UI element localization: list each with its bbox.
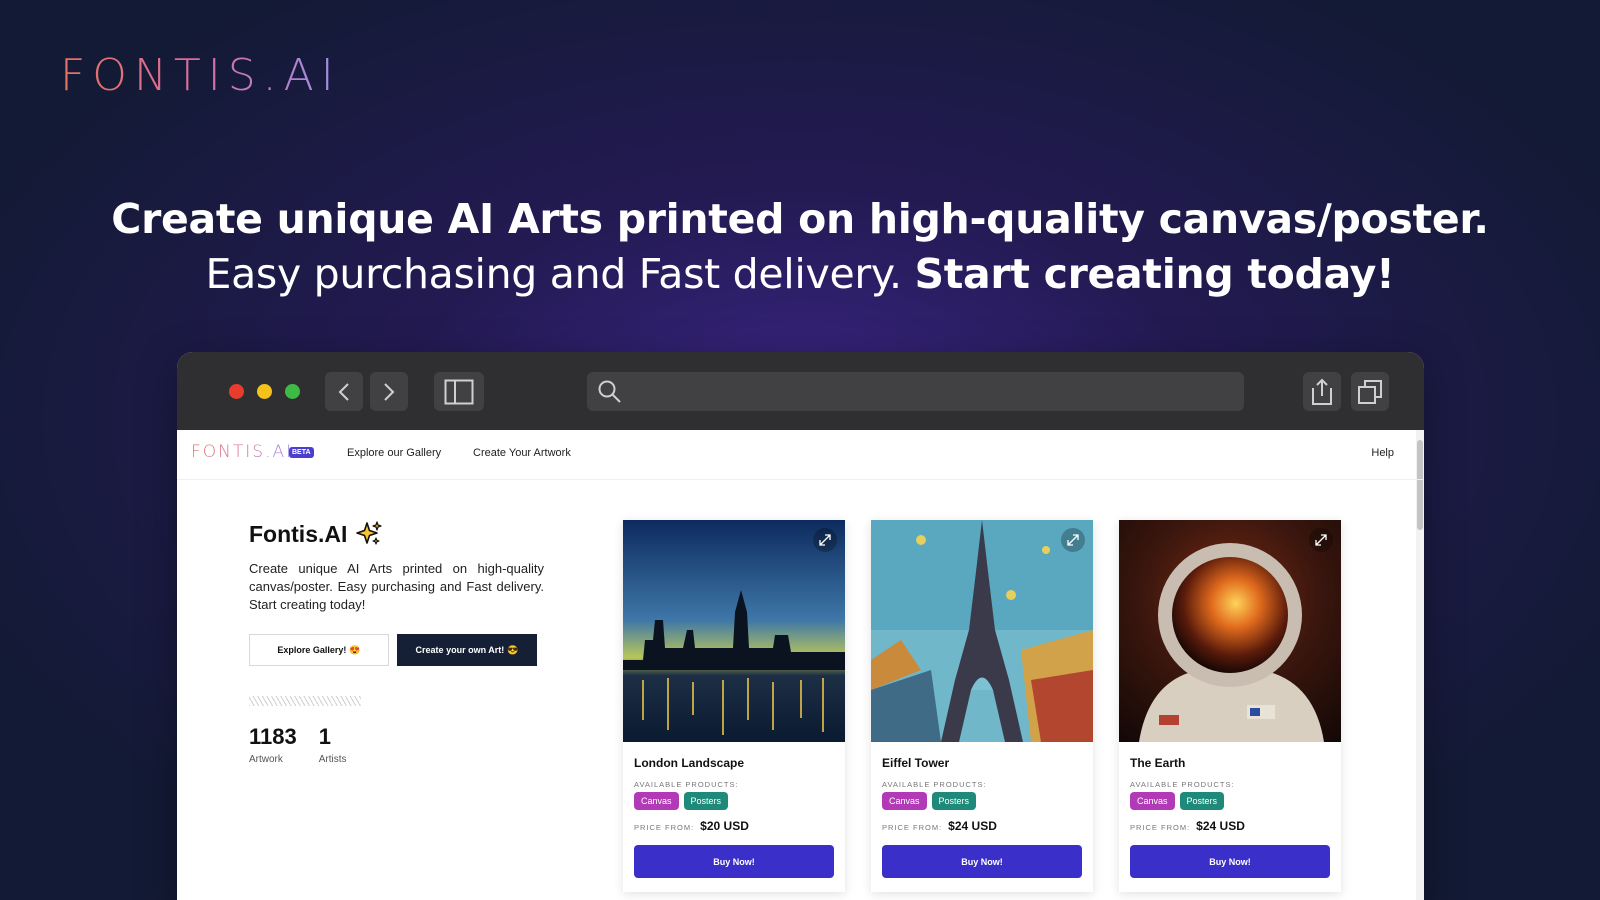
close-window-button[interactable] bbox=[229, 384, 244, 399]
card-body: Eiffel Tower AVAILABLE PRODUCTS: Canvas … bbox=[871, 742, 1093, 878]
tabs-icon bbox=[1358, 379, 1382, 404]
product-tags: Canvas Posters bbox=[1130, 792, 1330, 810]
intro-section: Fontis.AI Create unique AI Arts printed … bbox=[249, 520, 544, 765]
back-button[interactable] bbox=[325, 372, 363, 411]
browser-window: FONTIS.AI BETA Explore our Gallery Creat… bbox=[177, 352, 1424, 900]
price-value: $24 USD bbox=[948, 819, 997, 833]
buy-now-button[interactable]: Buy Now! bbox=[1130, 845, 1330, 878]
artwork-image-london[interactable] bbox=[623, 520, 845, 742]
product-card[interactable]: The Earth AVAILABLE PRODUCTS: Canvas Pos… bbox=[1119, 520, 1341, 892]
nav-create-artwork[interactable]: Create Your Artwork bbox=[473, 447, 571, 459]
share-button[interactable] bbox=[1303, 372, 1341, 411]
sidebar-toggle-button[interactable] bbox=[434, 372, 484, 411]
price-label: PRICE FROM: bbox=[1130, 823, 1191, 832]
available-products-label: AVAILABLE PRODUCTS: bbox=[634, 780, 739, 789]
tabs-button[interactable] bbox=[1351, 372, 1389, 411]
stat-artwork: 1183 Artwork bbox=[249, 724, 297, 765]
product-card[interactable]: Eiffel Tower AVAILABLE PRODUCTS: Canvas … bbox=[871, 520, 1093, 892]
price-label: PRICE FROM: bbox=[634, 823, 695, 832]
minimize-window-button[interactable] bbox=[257, 384, 272, 399]
intro-title: Fontis.AI bbox=[249, 520, 544, 548]
create-art-button[interactable]: Create your own Art! 😎 bbox=[397, 634, 537, 666]
intro-title-text: Fontis.AI bbox=[249, 520, 348, 547]
nav-help[interactable]: Help bbox=[1371, 447, 1394, 459]
price-value: $20 USD bbox=[700, 819, 749, 833]
card-body: The Earth AVAILABLE PRODUCTS: Canvas Pos… bbox=[1119, 742, 1341, 878]
price-label: PRICE FROM: bbox=[882, 823, 943, 832]
search-icon bbox=[598, 380, 621, 403]
stat-artwork-value: 1183 bbox=[249, 724, 297, 749]
intro-buttons: Explore Gallery! 😍 Create your own Art! … bbox=[249, 634, 544, 666]
available-products-label: AVAILABLE PRODUCTS: bbox=[882, 780, 987, 789]
brand-logo: FONTIS.AI bbox=[60, 50, 341, 101]
sidebar-icon bbox=[444, 379, 474, 404]
buy-now-button[interactable]: Buy Now! bbox=[882, 845, 1082, 878]
card-title[interactable]: Eiffel Tower bbox=[882, 756, 1082, 770]
hatched-divider bbox=[249, 696, 361, 706]
forward-arrow-icon bbox=[384, 382, 395, 401]
available-products-label: AVAILABLE PRODUCTS: bbox=[1130, 780, 1235, 789]
hero-line-1: Create unique AI Arts printed on high-qu… bbox=[111, 195, 1489, 243]
expand-icon[interactable] bbox=[1309, 528, 1333, 552]
heart-eyes-emoji-icon: 😍 bbox=[349, 644, 361, 655]
create-art-label: Create your own Art! bbox=[415, 645, 505, 655]
hero-line-2-bold: Start creating today! bbox=[914, 250, 1395, 298]
nav-explore-gallery[interactable]: Explore our Gallery bbox=[347, 447, 441, 459]
site-navbar: FONTIS.AI BETA Explore our Gallery Creat… bbox=[177, 430, 1424, 480]
stat-artwork-label: Artwork bbox=[249, 754, 283, 765]
page-scrollbar[interactable] bbox=[1416, 430, 1424, 900]
forward-button[interactable] bbox=[370, 372, 408, 411]
explore-gallery-button[interactable]: Explore Gallery! 😍 bbox=[249, 634, 389, 666]
price-value: $24 USD bbox=[1196, 819, 1245, 833]
stats-row: 1183 Artwork 1 Artists bbox=[249, 724, 544, 765]
sunglasses-emoji-icon: 😎 bbox=[507, 644, 519, 655]
product-card[interactable]: London Landscape AVAILABLE PRODUCTS: Can… bbox=[623, 520, 845, 892]
price-row: PRICE FROM: $24 USD bbox=[1130, 819, 1330, 833]
maximize-window-button[interactable] bbox=[285, 384, 300, 399]
expand-icon[interactable] bbox=[1061, 528, 1085, 552]
artwork-image-eiffel[interactable] bbox=[871, 520, 1093, 742]
expand-icon[interactable] bbox=[813, 528, 837, 552]
hero-headline: Create unique AI Arts printed on high-qu… bbox=[0, 192, 1600, 302]
intro-description: Create unique AI Arts printed on high-qu… bbox=[249, 561, 544, 612]
stat-artists: 1 Artists bbox=[319, 724, 347, 765]
buy-now-button[interactable]: Buy Now! bbox=[634, 845, 834, 878]
hero-line-2: Easy purchasing and Fast delivery. Start… bbox=[0, 246, 1600, 302]
product-tags: Canvas Posters bbox=[882, 792, 1082, 810]
price-row: PRICE FROM: $20 USD bbox=[634, 819, 834, 833]
tag-posters: Posters bbox=[683, 792, 729, 810]
web-page: FONTIS.AI BETA Explore our Gallery Creat… bbox=[177, 430, 1424, 900]
tag-canvas: Canvas bbox=[882, 792, 927, 810]
site-logo[interactable]: FONTIS.AI bbox=[191, 442, 293, 462]
beta-badge: BETA bbox=[289, 447, 314, 458]
price-row: PRICE FROM: $24 USD bbox=[882, 819, 1082, 833]
artwork-image-earth[interactable] bbox=[1119, 520, 1341, 742]
back-arrow-icon bbox=[338, 382, 349, 401]
sparkles-icon bbox=[356, 521, 382, 545]
tag-posters: Posters bbox=[1179, 792, 1225, 810]
stat-artists-value: 1 bbox=[318, 724, 331, 749]
tag-canvas: Canvas bbox=[634, 792, 679, 810]
card-title[interactable]: The Earth bbox=[1130, 756, 1330, 770]
hero-line-2-normal: Easy purchasing and Fast delivery. bbox=[205, 250, 902, 298]
stat-artists-label: Artists bbox=[318, 754, 347, 765]
address-bar[interactable] bbox=[587, 372, 1244, 411]
tag-canvas: Canvas bbox=[1130, 792, 1175, 810]
product-tags: Canvas Posters bbox=[634, 792, 834, 810]
explore-gallery-label: Explore Gallery! bbox=[277, 645, 347, 655]
tag-posters: Posters bbox=[931, 792, 977, 810]
card-title[interactable]: London Landscape bbox=[634, 756, 834, 770]
browser-toolbar bbox=[177, 352, 1424, 430]
card-body: London Landscape AVAILABLE PRODUCTS: Can… bbox=[623, 742, 845, 878]
share-icon bbox=[1312, 378, 1332, 405]
